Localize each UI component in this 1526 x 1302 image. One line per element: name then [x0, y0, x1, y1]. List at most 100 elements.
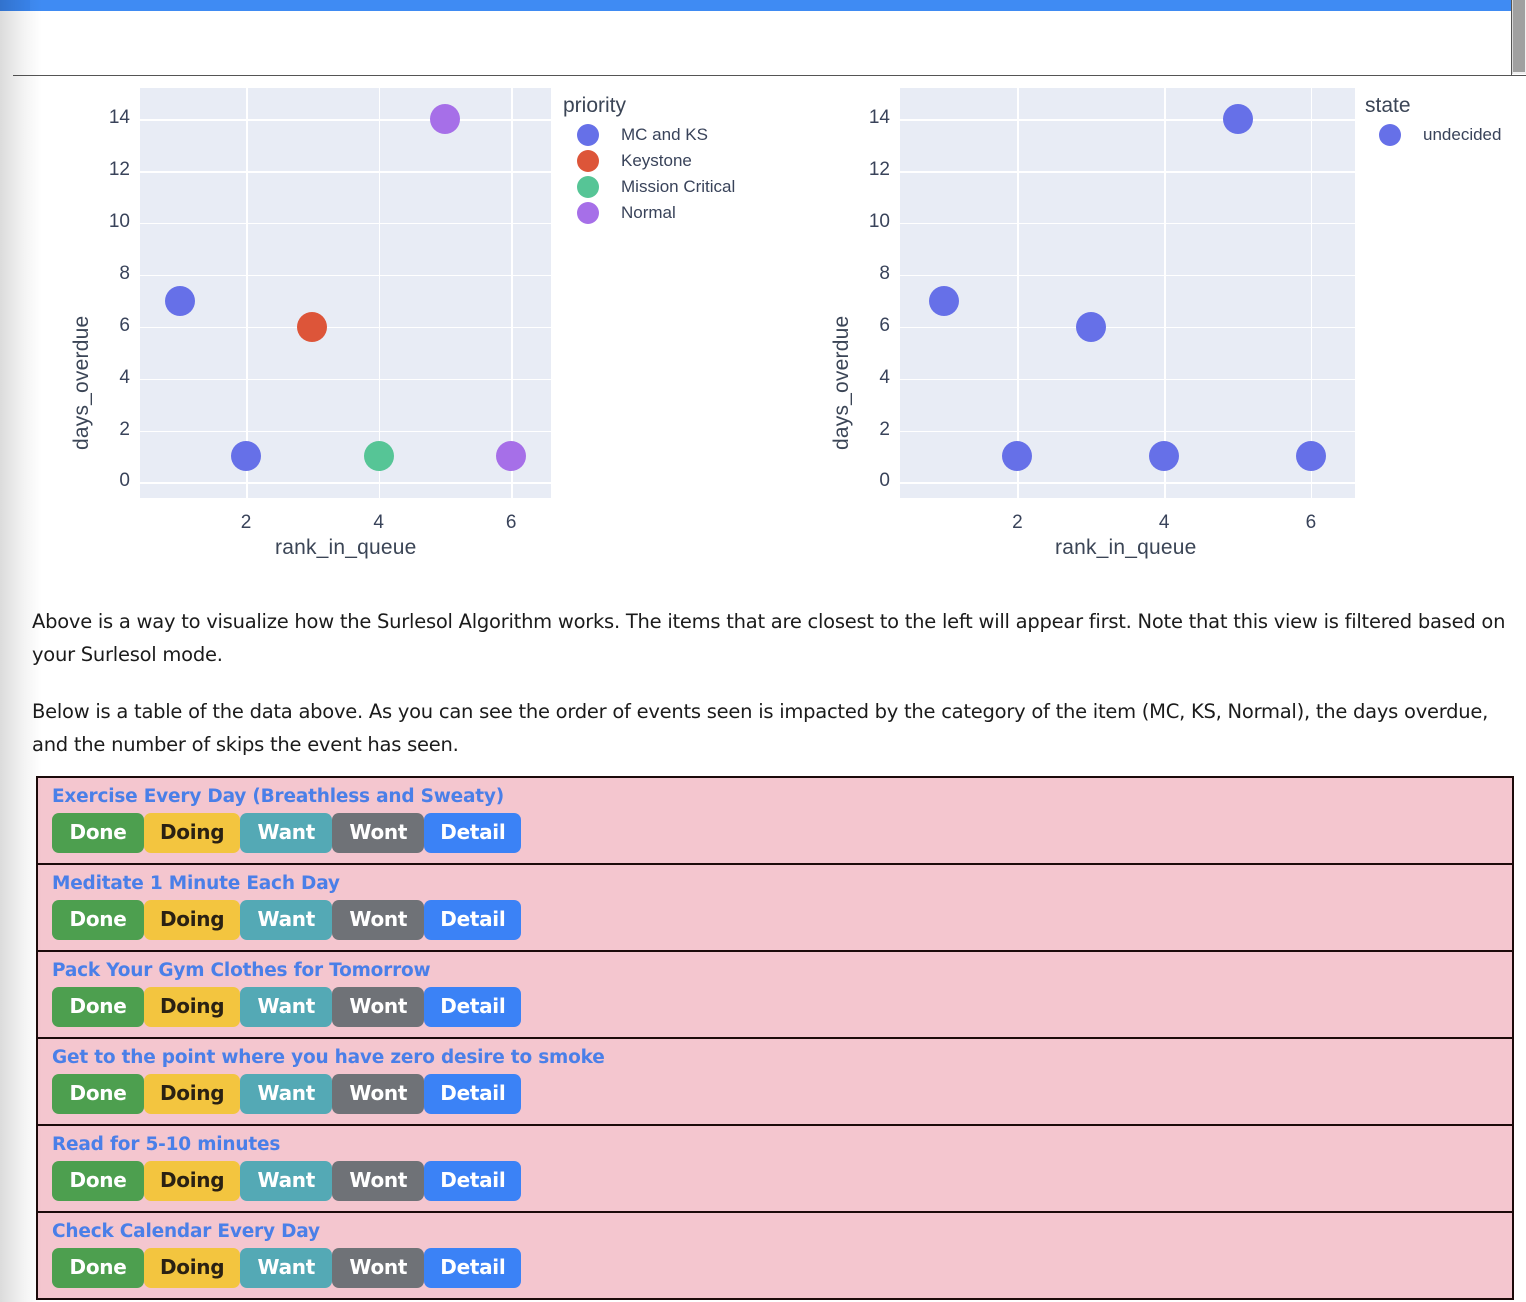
y-axis-tick-label: 2 — [879, 418, 890, 440]
done-button[interactable]: Done — [52, 1248, 144, 1288]
wont-button[interactable]: Wont — [332, 900, 425, 940]
done-button[interactable]: Done — [52, 1074, 144, 1114]
y-axis-tick-label: 2 — [119, 418, 130, 440]
item-title-link[interactable]: Get to the point where you have zero des… — [52, 1047, 1512, 1068]
detail-button[interactable]: Detail — [424, 987, 522, 1027]
item-title-link[interactable]: Exercise Every Day (Breathless and Sweat… — [52, 786, 1512, 807]
legend-items-priority: MC and KS Keystone Mission Critical Normal — [563, 122, 735, 226]
detail-button[interactable]: Detail — [424, 813, 522, 853]
want-button[interactable]: Want — [240, 1074, 333, 1114]
wont-button[interactable]: Wont — [332, 1248, 425, 1288]
item-action-buttons: Done Doing Want Wont Detail — [52, 900, 1512, 940]
detail-button[interactable]: Detail — [424, 900, 522, 940]
wont-button[interactable]: Wont — [332, 987, 425, 1027]
table-row: Check Calendar Every Day Done Doing Want Won… — [38, 1213, 1512, 1300]
legend-title-priority: priority — [563, 94, 627, 117]
x-axis-tick-label: 4 — [373, 512, 384, 533]
wont-button[interactable]: Wont — [332, 1074, 425, 1114]
want-button[interactable]: Want — [240, 1161, 333, 1201]
doing-button[interactable]: Doing — [144, 900, 241, 940]
scatter-point[interactable] — [297, 311, 328, 342]
doing-button[interactable]: Doing — [144, 813, 241, 853]
scatter-point[interactable] — [164, 285, 195, 316]
gridline-horizontal — [900, 482, 1355, 484]
wont-button[interactable]: Wont — [332, 813, 425, 853]
detail-button[interactable]: Detail — [424, 1248, 522, 1288]
y-axis-tick-label: 4 — [119, 366, 130, 388]
gridline-vertical — [246, 88, 248, 498]
chart-priority-xlabel: rank_in_queue — [275, 536, 417, 559]
y-axis-tick-label: 4 — [879, 366, 890, 388]
scatter-point[interactable] — [1002, 441, 1033, 472]
detail-button[interactable]: Detail — [424, 1161, 522, 1201]
item-title-link[interactable]: Pack Your Gym Clothes for Tomorrow — [52, 960, 1512, 981]
scatter-point[interactable] — [1075, 311, 1106, 342]
doing-button[interactable]: Doing — [144, 1161, 241, 1201]
want-button[interactable]: Want — [240, 813, 333, 853]
description-paragraphs: Above is a way to visualize how the Surl… — [32, 605, 1524, 785]
item-action-buttons: Done Doing Want Wont Detail — [52, 813, 1512, 853]
gridline-horizontal — [900, 430, 1355, 433]
done-button[interactable]: Done — [52, 1161, 144, 1201]
chart-priority-ylabel: days_overdue — [70, 315, 93, 450]
want-button[interactable]: Want — [240, 1248, 333, 1288]
gridline-vertical — [378, 88, 381, 498]
y-axis-tick-label: 14 — [108, 107, 130, 129]
table-row: Get to the point where you have zero des… — [38, 1039, 1512, 1126]
gridline-horizontal — [140, 378, 551, 381]
gridline-horizontal — [900, 274, 1355, 277]
gridline-horizontal — [900, 222, 1355, 225]
vertical-scrollbar-thumb[interactable] — [1513, 0, 1525, 72]
y-axis-tick-label: 6 — [879, 314, 890, 336]
x-axis-tick-label: 4 — [1158, 512, 1170, 533]
done-button[interactable]: Done — [52, 900, 144, 940]
gridline-horizontal — [900, 119, 1355, 121]
y-axis-tick-label: 14 — [868, 107, 890, 129]
scatter-point[interactable] — [429, 104, 460, 135]
x-axis-tick-label: 2 — [240, 512, 252, 533]
legend-item[interactable]: Mission Critical — [577, 174, 735, 200]
scatter-point[interactable] — [496, 441, 527, 472]
scatter-point[interactable] — [1149, 441, 1180, 472]
want-button[interactable]: Want — [240, 987, 333, 1027]
legend-item[interactable]: Keystone — [577, 148, 735, 174]
gridline-vertical — [1310, 88, 1313, 498]
item-action-buttons: Done Doing Want Wont Detail — [52, 1248, 1512, 1288]
scatter-point[interactable] — [1295, 441, 1326, 472]
paragraph-algorithm-explanation: Above is a way to visualize how the Surl… — [32, 610, 1506, 666]
item-title-link[interactable]: Check Calendar Every Day — [52, 1221, 1512, 1242]
done-button[interactable]: Done — [52, 813, 144, 853]
gridline-horizontal — [900, 378, 1355, 381]
legend-item[interactable]: Normal — [577, 200, 735, 226]
item-title-link[interactable]: Read for 5-10 minutes — [52, 1134, 1512, 1155]
legend-item-label: Keystone — [621, 151, 692, 170]
want-button[interactable]: Want — [240, 900, 333, 940]
detail-button[interactable]: Detail — [424, 1074, 522, 1114]
y-axis-tick-label: 0 — [119, 470, 130, 492]
table-row: Read for 5-10 minutes Done Doing Want Wont De… — [38, 1126, 1512, 1213]
scatter-point[interactable] — [929, 285, 960, 316]
chart-state-plot-area — [900, 88, 1355, 498]
y-axis-tick-label: 10 — [108, 210, 130, 232]
x-axis-tick-label: 6 — [505, 512, 517, 533]
done-button[interactable]: Done — [52, 987, 144, 1027]
scatter-point[interactable] — [1222, 104, 1253, 135]
x-axis-tick-label: 6 — [1305, 512, 1317, 533]
scatter-point[interactable] — [363, 441, 394, 472]
legend-item[interactable]: MC and KS — [577, 122, 735, 148]
doing-button[interactable]: Doing — [144, 1074, 241, 1114]
item-title-link[interactable]: Meditate 1 Minute Each Day — [52, 873, 1512, 894]
page-root: days_overdue rank_in_queue priority MC a… — [0, 0, 1526, 1302]
gridline-horizontal — [140, 119, 551, 121]
legend-item-label: Normal — [621, 203, 676, 222]
doing-button[interactable]: Doing — [144, 1248, 241, 1288]
legend-item[interactable]: undecided — [1379, 122, 1501, 148]
wont-button[interactable]: Wont — [332, 1161, 425, 1201]
y-axis-tick-label: 6 — [119, 314, 130, 336]
legend-swatch-circle-icon — [577, 176, 599, 198]
y-axis-tick-label: 0 — [879, 470, 890, 492]
item-action-buttons: Done Doing Want Wont Detail — [52, 1161, 1512, 1201]
doing-button[interactable]: Doing — [144, 987, 241, 1027]
legend-swatch-circle-icon — [577, 124, 599, 146]
scatter-point[interactable] — [231, 441, 262, 472]
